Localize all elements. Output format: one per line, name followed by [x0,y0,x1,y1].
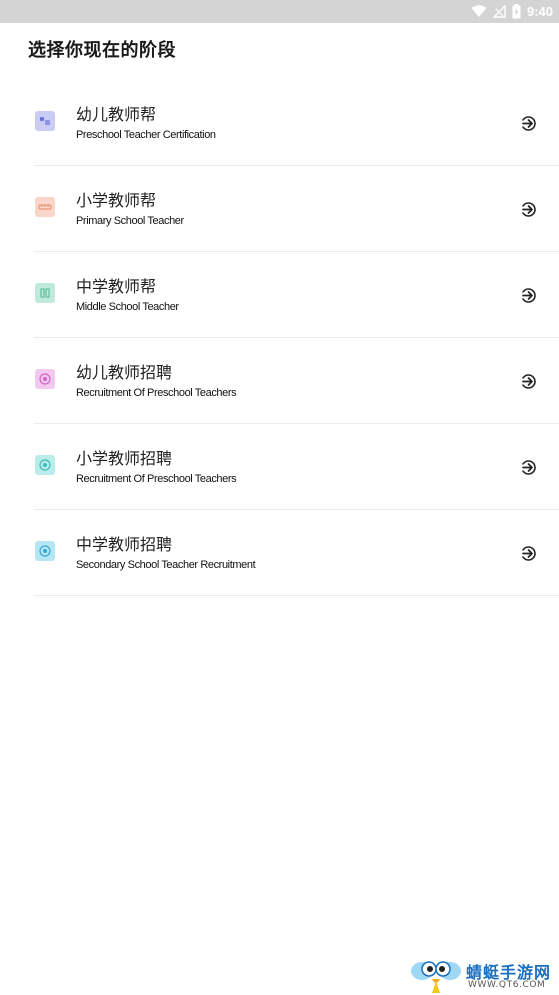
arrow-right-icon[interactable] [520,459,537,476]
stage-item-subtitle: Primary School Teacher [76,215,184,227]
arrow-right-icon[interactable] [520,545,537,562]
arrow-right-icon[interactable] [520,287,537,304]
stage-item-middle-teacher[interactable]: 中学教师帮 Middle School Teacher [0,252,559,338]
blocks-icon [35,111,55,131]
status-bar: 9:40 [0,0,559,23]
watermark: 蜻蜓手游网 WWW.QT6.COM [410,957,559,995]
stage-item-subtitle: Recruitment Of Preschool Teachers [76,473,237,485]
stage-item-preschool-recruitment[interactable]: 幼儿教师招聘 Recruitment Of Preschool Teachers [0,338,559,424]
arrow-right-icon[interactable] [520,201,537,218]
book-icon [35,283,55,303]
dragonfly-logo-icon [411,961,461,993]
stage-item-subtitle: Preschool Teacher Certification [76,129,216,141]
stage-item-primary-recruitment[interactable]: 小学教师招聘 Recruitment Of Preschool Teachers [0,424,559,510]
badge-icon [35,455,55,475]
stage-item-subtitle: Middle School Teacher [76,301,179,313]
arrow-right-icon[interactable] [520,115,537,132]
badge-icon [35,369,55,389]
arrow-right-icon[interactable] [520,373,537,390]
stage-item-title: 中学教师帮 [76,277,157,296]
badge-icon [35,541,55,561]
stage-item-preschool-teacher[interactable]: 幼儿教师帮 Preschool Teacher Certification [0,80,559,166]
stage-item-title: 幼儿教师帮 [76,105,157,124]
stage-list: 幼儿教师帮 Preschool Teacher Certification 小学… [0,80,559,596]
stage-item-subtitle: Secondary School Teacher Recruitment [76,559,256,571]
stage-item-subtitle: Recruitment Of Preschool Teachers [76,387,237,399]
stage-item-title: 小学教师招聘 [76,449,173,468]
page-title: 选择你现在的阶段 [28,40,176,61]
divider [34,595,559,596]
stage-item-title: 小学教师帮 [76,191,157,210]
status-time: 9:40 [526,4,553,19]
ruler-icon [35,197,55,217]
stage-item-primary-teacher[interactable]: 小学教师帮 Primary School Teacher [0,166,559,252]
watermark-url: WWW.QT6.COM [468,980,546,990]
stage-item-title: 中学教师招聘 [76,535,173,554]
battery-charging-icon [512,4,521,19]
status-icons: 9:40 [471,3,553,20]
stage-item-title: 幼儿教师招聘 [76,363,173,382]
stage-item-secondary-recruitment[interactable]: 中学教师招聘 Secondary School Teacher Recruitm… [0,510,559,596]
no-signal-icon [492,5,506,18]
wifi-icon [471,5,487,17]
